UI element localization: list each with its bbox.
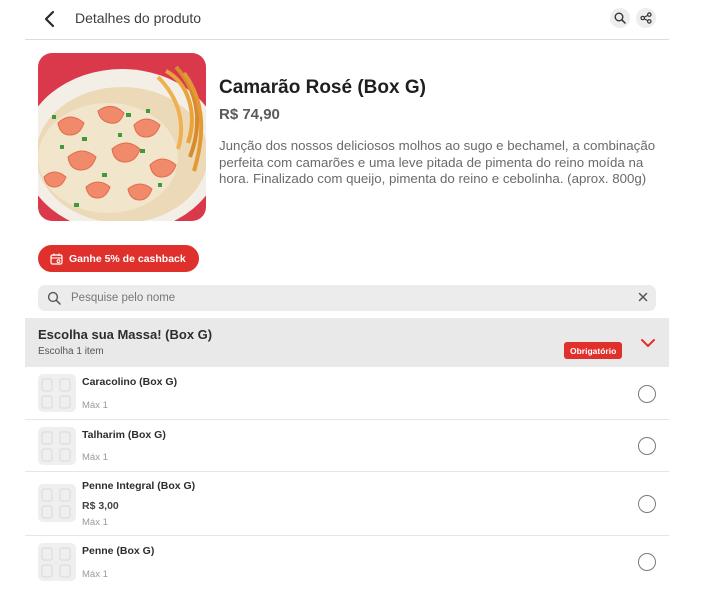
clear-search-button[interactable] bbox=[636, 290, 650, 304]
chevron-down-icon[interactable] bbox=[640, 338, 656, 348]
product-price: R$ 74,90 bbox=[219, 106, 280, 123]
item-radio[interactable] bbox=[638, 553, 656, 571]
list-item[interactable]: Talharim (Box G) Máx 1 bbox=[25, 420, 669, 472]
search-button[interactable] bbox=[610, 8, 630, 28]
page-title: Detalhes do produto bbox=[75, 10, 202, 26]
item-radio[interactable] bbox=[638, 385, 656, 403]
group-title: Escolha sua Massa! (Box G) bbox=[38, 327, 213, 342]
item-max: Máx 1 bbox=[82, 400, 108, 411]
item-thumbnail bbox=[38, 484, 76, 522]
top-bar: Detalhes do produto bbox=[25, 0, 669, 40]
item-name: Penne (Box G) bbox=[82, 545, 155, 557]
search-icon bbox=[614, 12, 626, 24]
item-radio[interactable] bbox=[638, 437, 656, 455]
share-icon bbox=[640, 12, 652, 24]
arrow-left-icon bbox=[44, 10, 55, 28]
item-max: Máx 1 bbox=[82, 569, 108, 580]
search-bar bbox=[38, 285, 656, 311]
item-max: Máx 1 bbox=[82, 517, 108, 528]
search-icon bbox=[47, 291, 61, 305]
item-radio[interactable] bbox=[638, 495, 656, 513]
item-thumbnail bbox=[38, 427, 76, 465]
cashback-icon bbox=[50, 253, 63, 265]
product-image bbox=[38, 53, 206, 221]
cashback-button[interactable]: Ganhe 5% de cashback bbox=[38, 245, 199, 272]
product-name: Camarão Rosé (Box G) bbox=[219, 77, 426, 98]
item-name: Penne Integral (Box G) bbox=[82, 480, 196, 492]
item-price: R$ 3,00 bbox=[82, 500, 119, 512]
list-item[interactable]: Penne (Box G) Máx 1 bbox=[25, 536, 669, 589]
cashback-label: Ganhe 5% de cashback bbox=[69, 252, 186, 265]
search-input[interactable] bbox=[71, 285, 611, 311]
list-item[interactable]: Caracolino (Box G) Máx 1 bbox=[25, 367, 669, 420]
close-icon bbox=[638, 292, 648, 302]
item-thumbnail bbox=[38, 543, 76, 581]
list-item[interactable]: Penne Integral (Box G) R$ 3,00 Máx 1 bbox=[25, 472, 669, 536]
item-name: Talharim (Box G) bbox=[82, 429, 166, 441]
option-group-header[interactable]: Escolha sua Massa! (Box G) Escolha 1 ite… bbox=[25, 318, 669, 367]
share-button[interactable] bbox=[636, 8, 656, 28]
item-name: Caracolino (Box G) bbox=[82, 376, 178, 388]
item-max: Máx 1 bbox=[82, 452, 108, 463]
item-thumbnail bbox=[38, 374, 76, 412]
back-button[interactable] bbox=[39, 9, 61, 29]
required-badge: Obrigatório bbox=[564, 342, 623, 359]
group-subtitle: Escolha 1 item bbox=[38, 346, 104, 357]
product-description: Junção dos nossos deliciosos molhos ao s… bbox=[219, 138, 656, 186]
